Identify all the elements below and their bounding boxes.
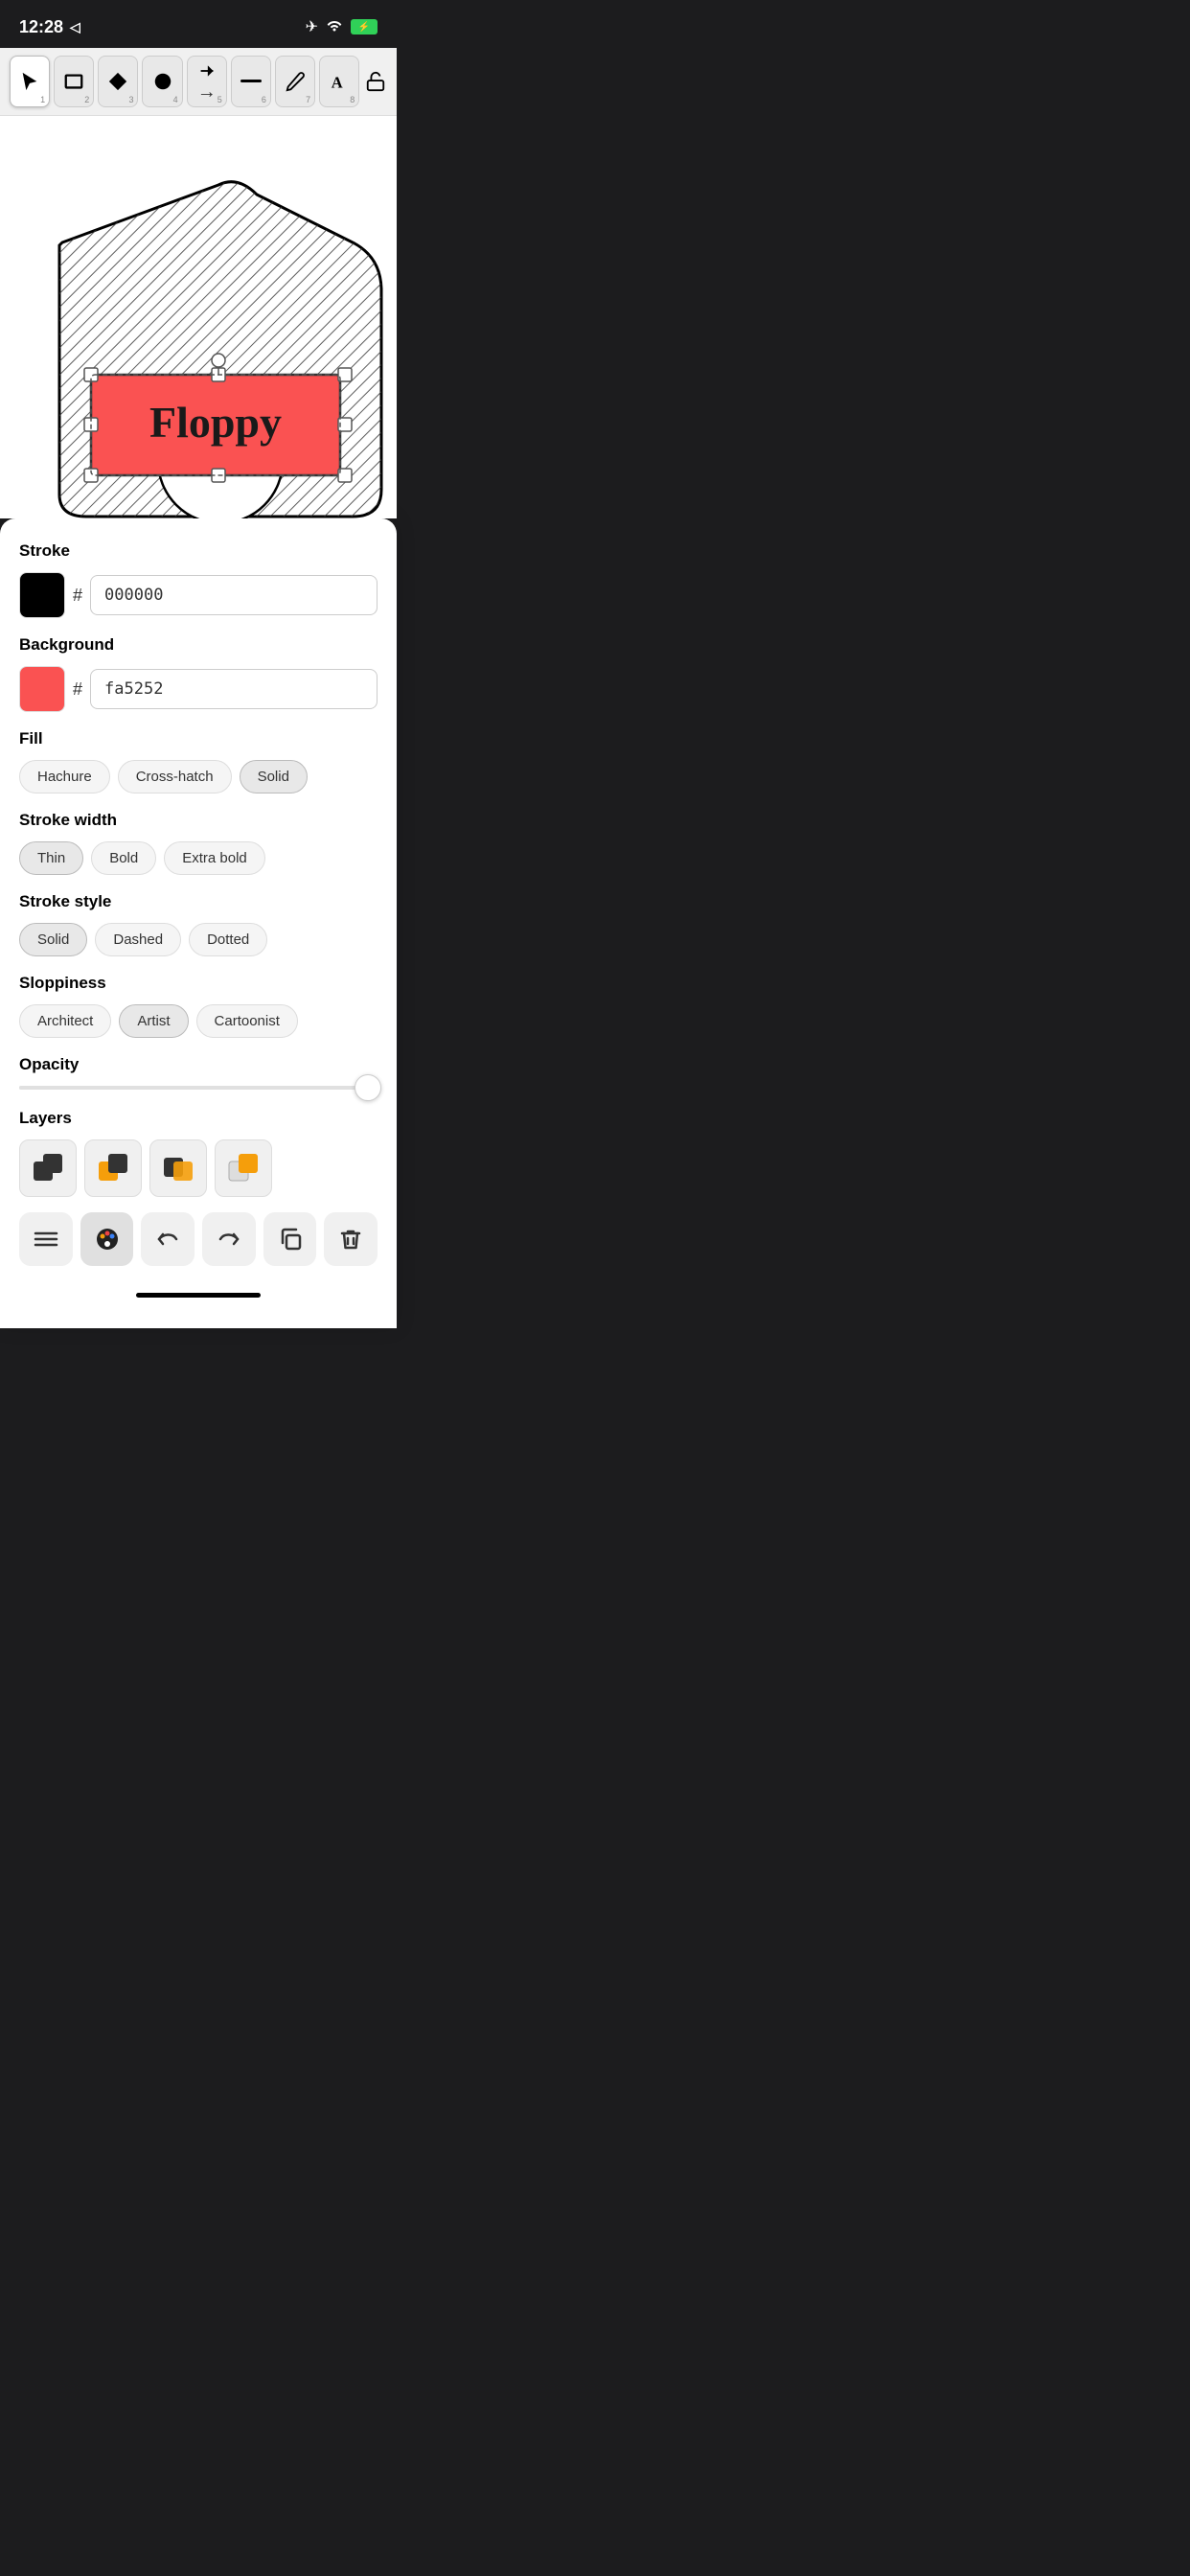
tool-num-7: 7 — [306, 95, 310, 104]
stroke-style-label: Stroke style — [19, 892, 378, 911]
tool-pencil[interactable]: 7 — [275, 56, 315, 107]
tool-num-3: 3 — [128, 95, 133, 104]
tool-num-2: 2 — [84, 95, 89, 104]
stroke-hash: # — [73, 586, 82, 606]
background-section: Background # — [19, 635, 378, 712]
status-icons: ✈ ⚡ — [306, 17, 378, 36]
background-label: Background — [19, 635, 378, 655]
fill-section: Fill Hachure Cross-hatch Solid — [19, 729, 378, 794]
time-display: 12:28 — [19, 17, 63, 37]
stroke-width-thin[interactable]: Thin — [19, 841, 83, 875]
stroke-style-dashed[interactable]: Dashed — [95, 923, 181, 956]
layers-section: Layers — [19, 1109, 378, 1197]
stroke-section: Stroke # — [19, 541, 378, 618]
fill-hachure[interactable]: Hachure — [19, 760, 110, 794]
layer-thumb-2[interactable] — [84, 1139, 142, 1197]
opacity-label: Opacity — [19, 1055, 378, 1074]
stroke-width-extrabold[interactable]: Extra bold — [164, 841, 265, 875]
home-bar — [136, 1293, 261, 1298]
lock-button[interactable] — [363, 56, 387, 107]
layer-thumb-1[interactable] — [19, 1139, 77, 1197]
menu-button[interactable] — [19, 1212, 73, 1266]
background-color-row: # — [19, 666, 378, 712]
tool-rect[interactable]: 2 — [54, 56, 94, 107]
background-color-swatch[interactable] — [19, 666, 65, 712]
tool-num-4: 4 — [173, 95, 178, 104]
svg-text:A: A — [332, 73, 343, 91]
layers-label: Layers — [19, 1109, 378, 1128]
tool-circle[interactable]: 4 — [142, 56, 182, 107]
status-time: 12:28 ◁ — [19, 17, 80, 37]
stroke-width-bold[interactable]: Bold — [91, 841, 156, 875]
stroke-width-section: Stroke width Thin Bold Extra bold — [19, 811, 378, 875]
sloppiness-cartoonist[interactable]: Cartoonist — [196, 1004, 298, 1038]
toolbar: 1 2 3 4 → 5 6 7 A 8 — [0, 48, 397, 116]
sloppiness-artist[interactable]: Artist — [119, 1004, 188, 1038]
status-bar: 12:28 ◁ ✈ ⚡ — [0, 0, 397, 48]
stroke-color-swatch[interactable] — [19, 572, 65, 618]
stroke-width-options: Thin Bold Extra bold — [19, 841, 378, 875]
tool-arrow[interactable]: → 5 — [187, 56, 227, 107]
bottom-actions — [19, 1212, 378, 1266]
sloppiness-options: Architect Artist Cartoonist — [19, 1004, 378, 1038]
fill-options: Hachure Cross-hatch Solid — [19, 760, 378, 794]
tool-num-1: 1 — [40, 95, 45, 104]
background-color-input[interactable] — [90, 669, 378, 709]
stroke-color-row: # — [19, 572, 378, 618]
stroke-style-section: Stroke style Solid Dashed Dotted — [19, 892, 378, 956]
properties-panel: Stroke # Background # Fill Hachure Cross… — [0, 518, 397, 1328]
stroke-style-dotted[interactable]: Dotted — [189, 923, 267, 956]
palette-button[interactable] — [80, 1212, 134, 1266]
battery-icon: ⚡ — [351, 19, 378, 34]
tool-num-8: 8 — [350, 95, 355, 104]
copy-button[interactable] — [263, 1212, 317, 1266]
home-indicator — [19, 1285, 378, 1309]
layer-thumb-4[interactable] — [215, 1139, 272, 1197]
layer-thumbnails — [19, 1139, 378, 1197]
sloppiness-label: Sloppiness — [19, 974, 378, 993]
stroke-label: Stroke — [19, 541, 378, 561]
tool-diamond[interactable]: 3 — [98, 56, 138, 107]
opacity-section: Opacity — [19, 1055, 378, 1090]
layer-thumb-3[interactable] — [149, 1139, 207, 1197]
stroke-style-solid[interactable]: Solid — [19, 923, 87, 956]
undo-button[interactable] — [141, 1212, 195, 1266]
tool-cursor[interactable]: 1 — [10, 56, 50, 107]
airplane-icon: ✈ — [306, 17, 318, 36]
tool-text[interactable]: A 8 — [319, 56, 359, 107]
sloppiness-section: Sloppiness Architect Artist Cartoonist — [19, 974, 378, 1038]
stroke-width-label: Stroke width — [19, 811, 378, 830]
location-icon: ◁ — [70, 19, 80, 35]
sloppiness-architect[interactable]: Architect — [19, 1004, 111, 1038]
tool-num-5: 5 — [217, 95, 222, 104]
fill-label: Fill — [19, 729, 378, 748]
redo-button[interactable] — [202, 1212, 256, 1266]
fill-crosshatch[interactable]: Cross-hatch — [118, 760, 232, 794]
tool-num-6: 6 — [262, 95, 266, 104]
delete-button[interactable] — [324, 1212, 378, 1266]
tool-line[interactable]: 6 — [231, 56, 271, 107]
opacity-slider-track[interactable] — [19, 1086, 378, 1090]
canvas-area[interactable]: Floppy — [0, 116, 397, 518]
opacity-slider-thumb[interactable] — [355, 1074, 381, 1101]
wifi-icon — [326, 18, 343, 36]
opacity-slider-fill — [19, 1086, 359, 1090]
stroke-style-options: Solid Dashed Dotted — [19, 923, 378, 956]
fill-solid[interactable]: Solid — [240, 760, 308, 794]
stroke-color-input[interactable] — [90, 575, 378, 615]
background-hash: # — [73, 679, 82, 700]
svg-text:Floppy: Floppy — [149, 398, 282, 447]
